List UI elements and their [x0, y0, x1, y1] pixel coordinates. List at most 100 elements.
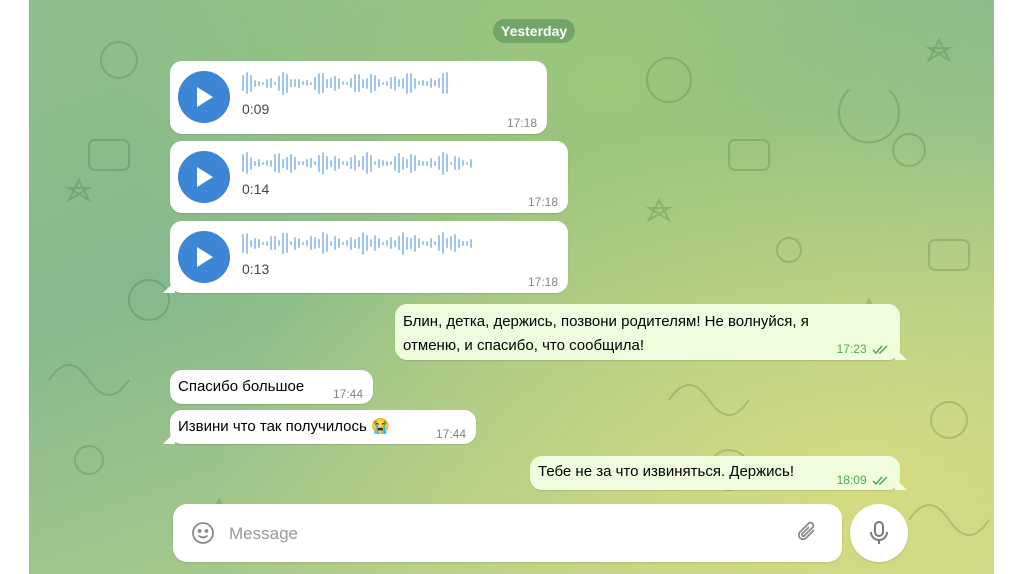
waveform-bar [350, 78, 352, 88]
play-button[interactable] [178, 151, 230, 203]
message-time: 17:23 [836, 342, 867, 356]
waveform-bar [250, 239, 252, 247]
incoming-message[interactable]: Извини что так получилось 😭 17:44 [170, 410, 476, 444]
waveform-bar [458, 156, 460, 170]
voice-message[interactable]: 0:13 17:18 [170, 221, 568, 293]
waveform-bar [286, 233, 288, 253]
waveform-bar [310, 158, 312, 168]
waveform-bar [338, 238, 340, 248]
waveform-bar [362, 156, 364, 170]
waveform-bar [310, 236, 312, 250]
message-text: Извини что так получилось [178, 418, 367, 435]
message-line: отменю, и спасибо, что сообщила! [403, 337, 645, 354]
waveform-bar [306, 80, 308, 86]
waveform-bar [318, 154, 320, 172]
waveform-bar [242, 75, 244, 91]
waveform-bar [298, 238, 300, 248]
waveform-bar [266, 160, 268, 166]
waveform-bar [346, 160, 348, 166]
waveform[interactable] [242, 231, 472, 255]
crying-emoji: 😭 [370, 418, 390, 435]
message-time: 18:09 [836, 473, 867, 487]
outgoing-message[interactable]: Тебе не за что извиняться. Держись! 18:0… [530, 456, 900, 490]
waveform-bar [318, 72, 320, 94]
waveform-bar [426, 240, 428, 246]
play-button[interactable] [178, 231, 230, 283]
waveform-bar [430, 238, 432, 248]
waveform-bar [254, 79, 256, 87]
waveform-bar [326, 78, 328, 88]
waveform-bar [390, 161, 392, 165]
waveform-bar [310, 81, 312, 85]
outgoing-message[interactable]: Блин, детка, держись, позвони родителям!… [395, 304, 900, 360]
play-icon [197, 247, 213, 267]
waveform-bar [374, 235, 376, 251]
waveform-bar [270, 236, 272, 250]
waveform-bar [418, 81, 420, 85]
waveform-bar [442, 232, 444, 254]
waveform-bar [282, 158, 284, 168]
waveform-bar [334, 155, 336, 171]
waveform-bar [466, 240, 468, 246]
waveform-bar [370, 239, 372, 247]
waveform-bar [442, 151, 444, 175]
incoming-message[interactable]: Спасибо большое 17:44 [170, 370, 373, 404]
waveform-bar [246, 232, 248, 254]
waveform-bar [246, 72, 248, 94]
waveform-bar [370, 154, 372, 172]
play-button[interactable] [178, 71, 230, 123]
waveform-bar [290, 241, 292, 245]
waveform-bar [362, 231, 364, 255]
waveform-bar [262, 81, 264, 85]
waveform-bar [434, 160, 436, 166]
smiley-icon[interactable] [191, 521, 215, 545]
message-input[interactable] [227, 520, 791, 548]
waveform-bar [350, 157, 352, 169]
waveform-bar [294, 236, 296, 250]
waveform-bar [346, 240, 348, 246]
waveform-bar [334, 75, 336, 91]
waveform-bar [314, 76, 316, 90]
waveform-bar [254, 160, 256, 166]
waveform-bar [294, 156, 296, 170]
waveform-bar [366, 152, 368, 174]
waveform-bar [346, 81, 348, 85]
waveform-bar [262, 161, 264, 165]
waveform[interactable] [242, 151, 472, 175]
waveform-bar [414, 77, 416, 89]
waveform[interactable] [242, 71, 448, 95]
waveform-bar [450, 161, 452, 165]
voice-message[interactable]: 0:14 17:18 [170, 141, 568, 213]
waveform-bar [398, 236, 400, 250]
waveform-bar [398, 153, 400, 173]
waveform-bar [290, 79, 292, 87]
waveform-bar [370, 73, 372, 93]
waveform-bar [266, 240, 268, 246]
paperclip-icon[interactable] [796, 520, 820, 546]
waveform-bar [270, 159, 272, 167]
waveform-bar [326, 234, 328, 252]
waveform-bar [434, 241, 436, 245]
waveform-bar [286, 73, 288, 93]
waveform-bar [278, 153, 280, 173]
waveform-bar [338, 157, 340, 169]
waveform-bar [298, 78, 300, 88]
waveform-bar [402, 156, 404, 170]
waveform-bar [326, 156, 328, 170]
waveform-bar [382, 160, 384, 166]
waveform-bar [258, 80, 260, 86]
voice-record-button[interactable] [850, 504, 908, 562]
play-icon [197, 87, 213, 107]
waveform-bar [394, 239, 396, 247]
waveform-bar [406, 158, 408, 168]
waveform-bar [382, 241, 384, 245]
waveform-bar [426, 160, 428, 166]
waveform-bar [338, 77, 340, 89]
waveform-bar [342, 81, 344, 85]
waveform-bar [374, 161, 376, 165]
message-text: Спасибо большое [178, 378, 305, 395]
waveform-bar [290, 153, 292, 173]
voice-message[interactable]: 0:09 17:18 [170, 61, 547, 134]
waveform-bar [410, 153, 412, 173]
voice-duration: 0:14 [242, 181, 270, 197]
